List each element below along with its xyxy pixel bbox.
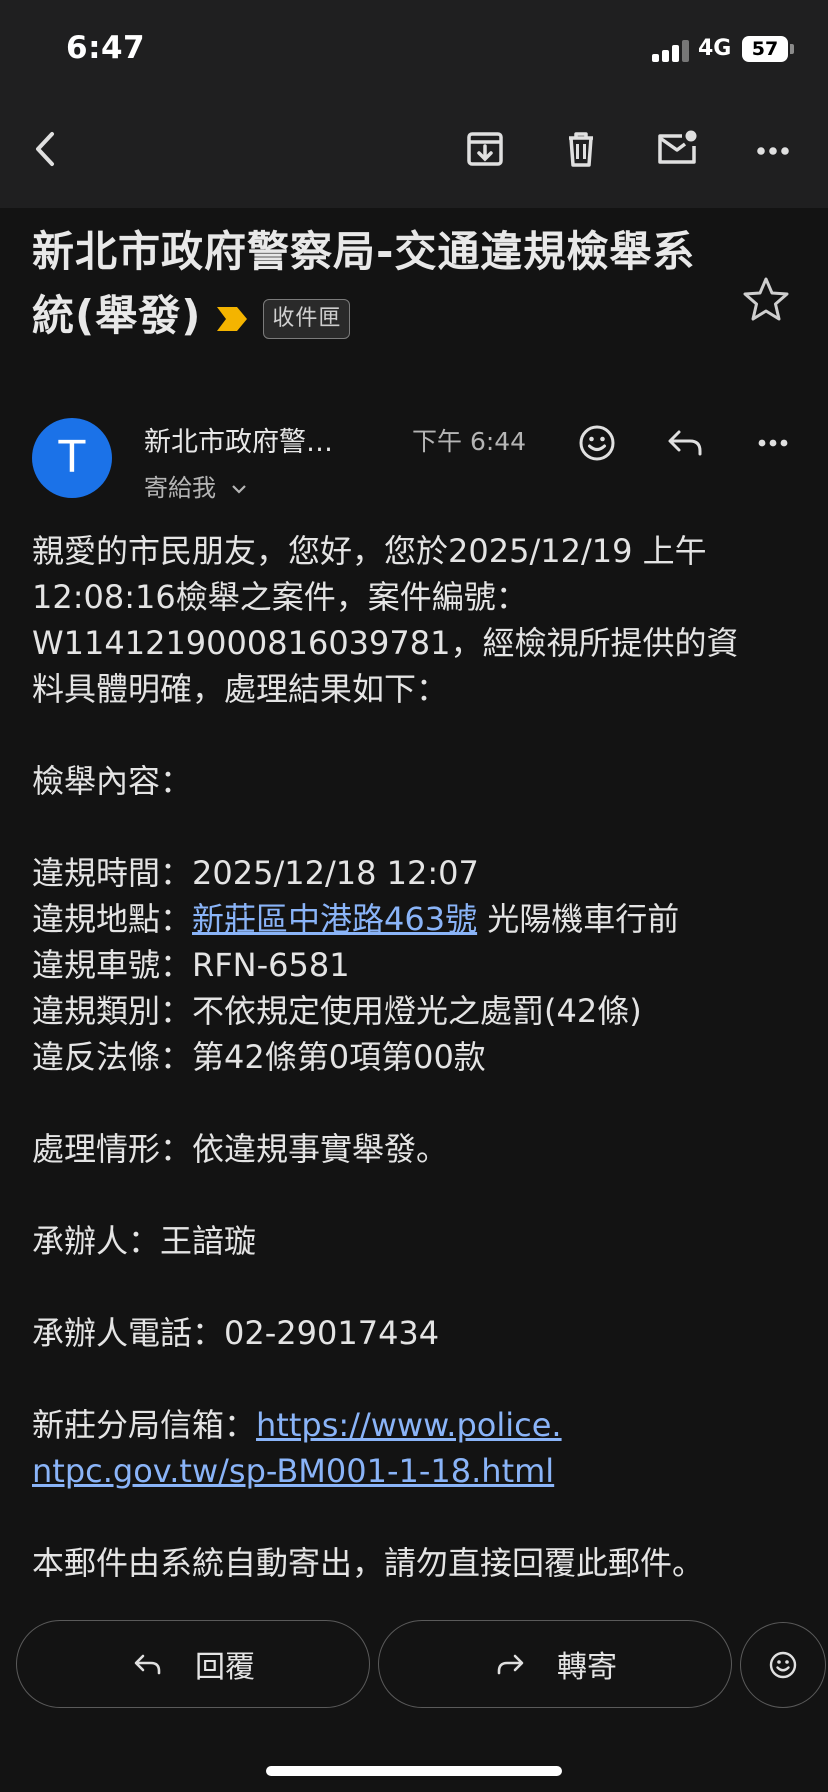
violation-category: 違規類別：不依規定使用燈光之處罰(42條)	[32, 992, 642, 1030]
reply-button[interactable]: 回覆	[16, 1620, 370, 1708]
body-line: 親愛的市民朋友，您好，您於2025/12/19 上午	[32, 532, 707, 570]
forward-button[interactable]: 轉寄	[378, 1620, 732, 1708]
email-time: 下午 6:44	[412, 427, 527, 456]
violation-time: 違規時間：2025/12/18 12:07	[32, 854, 479, 892]
emoji-reaction-icon[interactable]	[574, 420, 620, 466]
status-time: 6:47	[66, 30, 146, 66]
reply-label: 回覆	[195, 1650, 255, 1685]
body-line: 12:08:16檢舉之案件，案件編號：	[32, 578, 528, 616]
inbox-label[interactable]: 收件匣	[263, 298, 351, 339]
battery-cap	[790, 44, 794, 54]
violation-location: 違規地點：新莊區中港路463號 光陽機車行前	[32, 896, 792, 942]
location-link[interactable]: 新莊區中港路463號	[192, 900, 477, 938]
more-icon[interactable]	[748, 124, 798, 174]
mark-unread-icon[interactable]	[652, 124, 702, 174]
battery-icon: 57	[742, 36, 788, 62]
recipient-toggle[interactable]: 寄給我	[144, 468, 248, 503]
emoji-icon	[769, 1651, 797, 1679]
back-arrow-icon[interactable]	[22, 124, 72, 174]
forward-icon	[497, 1654, 524, 1675]
violation-law: 違反法條：第42條第0項第00款	[32, 1038, 486, 1076]
email-body: 親愛的市民朋友，您好，您於2025/12/19 上午 12:08:16檢舉之案件…	[32, 528, 792, 1586]
signal-icon	[652, 40, 692, 62]
location-label: 違規地點：	[32, 900, 193, 938]
trash-icon[interactable]	[556, 124, 606, 174]
avatar[interactable]: T	[32, 418, 112, 498]
chevron-down-icon	[231, 485, 246, 494]
recipient-label: 寄給我	[144, 474, 216, 502]
home-indicator[interactable]	[266, 1766, 562, 1776]
importance-marker-icon[interactable]	[215, 305, 249, 333]
message-more-icon[interactable]	[750, 420, 796, 466]
handling-status: 處理情形：依違規事實舉發。	[32, 1130, 449, 1168]
footer-note: 本郵件由系統自動寄出，請勿直接回覆此郵件。	[32, 1544, 705, 1582]
officer-phone: 承辦人電話：02-29017434	[32, 1314, 440, 1352]
body-line: W1141219000816039781，經檢視所提供的資	[32, 624, 739, 662]
emoji-reaction-button[interactable]	[740, 1622, 826, 1708]
archive-icon[interactable]	[460, 124, 510, 174]
email-subject: 新北市政府警察局-交通違規檢舉系統(舉發) 收件匣	[32, 220, 722, 348]
mailbox-label: 新莊分局信箱：	[32, 1406, 257, 1444]
forward-label: 轉寄	[557, 1650, 617, 1685]
sender-name[interactable]: 新北市政府警…	[144, 420, 333, 459]
mailbox-line-2: ntpc.gov.tw/sp-BM001-1-18.html	[32, 1448, 792, 1494]
violation-plate: 違規車號：RFN-6581	[32, 946, 350, 984]
network-type: 4G	[698, 36, 732, 61]
mailbox-link[interactable]: https://www.police.	[256, 1406, 562, 1444]
subject-text: 新北市政府警察局-交通違規檢舉系統(舉發)	[32, 227, 696, 340]
officer-name: 承辦人：王諳璇	[32, 1222, 257, 1260]
email-view: 6:47 4G 57 新北市政府警察局-交通違規檢舉系統(舉發) 收件匣 T 新北…	[0, 0, 828, 1792]
body-line: 料具體明確，處理結果如下：	[32, 670, 449, 708]
mailbox-link[interactable]: ntpc.gov.tw/sp-BM001-1-18.html	[32, 1452, 554, 1490]
reply-icon	[134, 1654, 161, 1675]
star-icon[interactable]	[740, 274, 792, 326]
location-suffix: 光陽機車行前	[477, 900, 680, 938]
content-heading: 檢舉內容：	[32, 762, 193, 800]
reply-icon[interactable]	[662, 420, 708, 466]
mailbox-line: 新莊分局信箱：https://www.police.	[32, 1402, 792, 1448]
